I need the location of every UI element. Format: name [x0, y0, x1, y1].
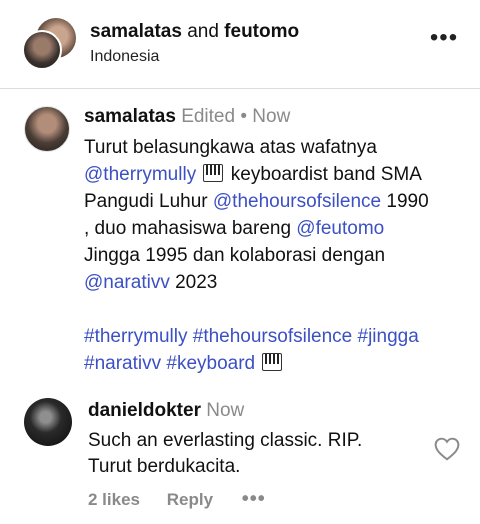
- comment-line: Such an everlasting classic. RIP.: [88, 430, 363, 451]
- caption-line: Jingga 1995 dan kolaborasi dengan: [84, 245, 386, 266]
- caption-text-segment: 1990: [381, 191, 429, 212]
- collab-title: samalatas and feutomo: [90, 21, 299, 43]
- caption-text-segment: Pangudi Luhur: [84, 191, 213, 212]
- mention-link[interactable]: @feutomo: [296, 218, 384, 239]
- hashtag-link[interactable]: #narativv #keyboard: [84, 353, 255, 374]
- edited-label: Edited: [181, 106, 236, 127]
- header-user-2[interactable]: feutomo: [224, 21, 299, 42]
- caption-line: , duo mahasiswa bareng @feutomo: [84, 215, 474, 242]
- hashtag-line: #narativv #keyboard: [84, 350, 474, 377]
- caption-text-segment: keyboardist band SMA: [225, 164, 422, 185]
- avatar[interactable]: [24, 398, 72, 446]
- mention-link[interactable]: @therrymully: [84, 164, 196, 185]
- comment-actions: 2 likes Reply •••: [88, 488, 266, 511]
- piano-keyboard-icon: [262, 353, 283, 371]
- comment-line: Turut berdukacita.: [88, 456, 241, 477]
- caption-text-segment: , duo mahasiswa bareng: [84, 218, 297, 239]
- comment-username[interactable]: danieldokter: [88, 400, 201, 421]
- reply-button[interactable]: Reply: [167, 490, 213, 509]
- avatar-samalatas[interactable]: [22, 30, 62, 70]
- collab-avatars[interactable]: [22, 18, 78, 70]
- mention-link[interactable]: @narativv: [84, 272, 170, 293]
- caption-line: @narativv 2023: [84, 269, 474, 296]
- meta-separator: •: [240, 106, 247, 127]
- post-header: samalatas and feutomo Indonesia •••: [0, 0, 480, 86]
- caption-username[interactable]: samalatas: [84, 106, 176, 127]
- caption-text-segment: 2023: [169, 272, 218, 293]
- location-label[interactable]: Indonesia: [90, 48, 159, 66]
- caption-meta: samalatas Edited • Now: [84, 106, 290, 128]
- timestamp: Now: [252, 106, 291, 127]
- caption-line: Pangudi Luhur @thehoursofsilence 1990: [84, 188, 474, 215]
- comment-meta: danieldokter Now: [88, 400, 244, 422]
- hashtag-line[interactable]: #therrymully #thehoursofsilence #jingga: [84, 323, 474, 350]
- caption-text: Turut belasungkawa atas wafatnya @therry…: [84, 134, 474, 377]
- divider: [0, 88, 480, 89]
- caption-line: @therrymully keyboardist band SMA: [84, 161, 474, 188]
- avatar[interactable]: [24, 106, 70, 152]
- more-horizontal-icon[interactable]: •••: [428, 26, 460, 58]
- heart-icon[interactable]: [434, 437, 460, 461]
- piano-keyboard-icon: [203, 164, 224, 182]
- caption-line: Turut belasungkawa atas wafatnya: [84, 137, 377, 158]
- more-horizontal-icon[interactable]: •••: [242, 488, 266, 510]
- likes-count[interactable]: 2 likes: [88, 490, 140, 509]
- header-user-1[interactable]: samalatas: [90, 21, 182, 42]
- header-joiner: and: [187, 21, 219, 42]
- comment-text: Such an everlasting classic. RIP. Turut …: [88, 428, 408, 480]
- comment-timestamp: Now: [206, 400, 245, 421]
- mention-link[interactable]: @thehoursofsilence: [213, 191, 381, 212]
